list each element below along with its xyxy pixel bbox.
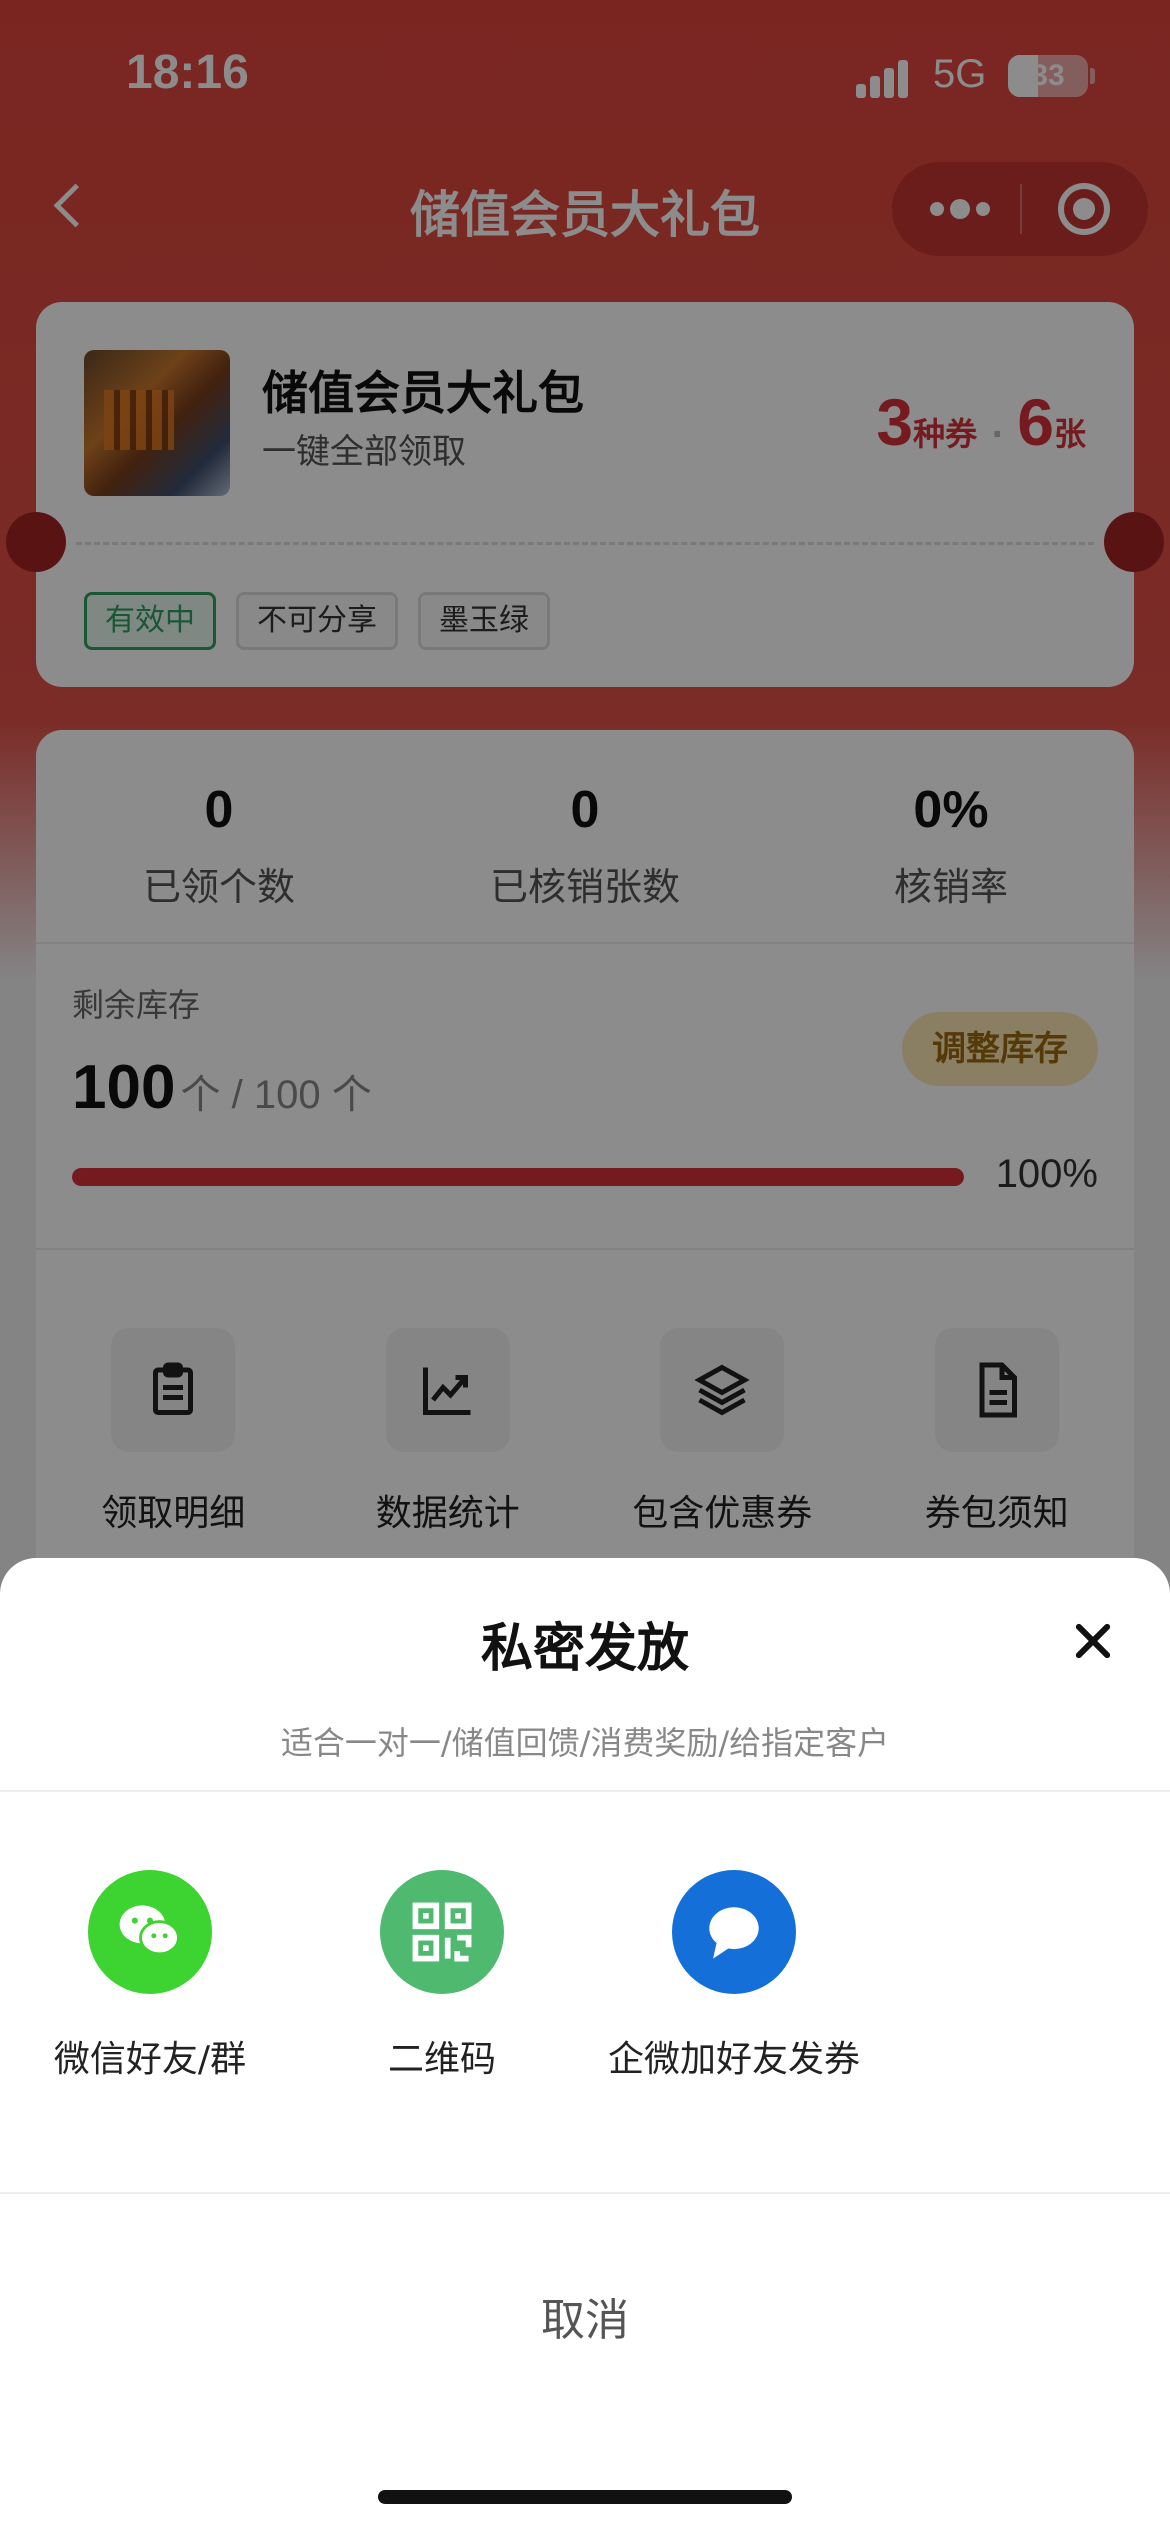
share-qrcode-button[interactable]: 二维码 <box>292 1870 592 2082</box>
share-label: 企微加好友发券 <box>607 2039 860 2080</box>
qrcode-icon <box>380 1870 504 1994</box>
share-wechat-button[interactable]: 微信好友/群 <box>0 1870 300 2082</box>
divider <box>0 1790 1170 1792</box>
wechat-icon <box>88 1870 212 1994</box>
share-label: 二维码 <box>387 2039 496 2080</box>
divider <box>0 2192 1170 2194</box>
share-options: 微信好友/群 二维码 企微加好友发券 <box>0 1870 1170 2090</box>
cancel-button[interactable]: 取消 <box>0 2284 1170 2348</box>
home-indicator[interactable] <box>378 2490 792 2504</box>
chat-bubble-icon <box>672 1870 796 1994</box>
private-distribution-sheet: 私密发放 适合一对一/储值回馈/消费奖励/给指定客户 微信好友/群 二维码 企微… <box>0 1558 1170 2532</box>
share-wecom-button[interactable]: 企微加好友发券 <box>584 1870 884 2082</box>
sheet-title: 私密发放 <box>480 1619 689 1679</box>
close-icon[interactable] <box>1068 1616 1118 1666</box>
sheet-subtitle: 适合一对一/储值回馈/消费奖励/给指定客户 <box>280 1724 890 1762</box>
share-label: 微信好友/群 <box>53 2039 247 2080</box>
